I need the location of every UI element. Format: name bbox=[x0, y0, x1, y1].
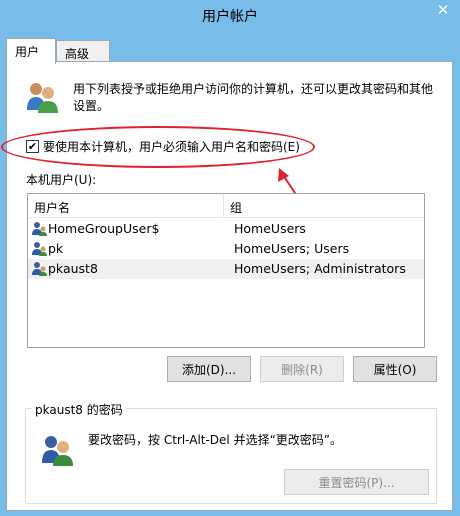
column-header-group[interactable]: 组 bbox=[224, 194, 424, 218]
tab-users[interactable]: 用户 bbox=[6, 38, 56, 64]
password-instruction-text: 要改密码，按 Ctrl-Alt-Del 并选择“更改密码”。 bbox=[88, 433, 343, 447]
close-icon: ✕ bbox=[436, 1, 450, 19]
window-title: 用户帐户 bbox=[202, 9, 258, 25]
reset-password-button[interactable]: 重置密码(P)... bbox=[284, 469, 429, 495]
user-group-cell: HomeUsers bbox=[234, 221, 306, 236]
local-users-label: 本机用户(U): bbox=[26, 173, 97, 187]
table-row[interactable]: pk HomeUsers; Users bbox=[28, 239, 424, 259]
users-tab-panel: 用下列表授予或拒绝用户访问你的计算机，还可以更改其密码和其他设置。 ✔ 要使用本… bbox=[1, 61, 453, 511]
user-group-cell: HomeUsers; Administrators bbox=[234, 261, 406, 276]
annotation-ellipse bbox=[1, 126, 315, 168]
user-name-cell: HomeGroupUser$ bbox=[48, 221, 160, 236]
users-icon bbox=[27, 83, 58, 113]
user-icon bbox=[32, 242, 47, 256]
password-group-title: pkaust8 的密码 bbox=[32, 401, 126, 418]
user-name-cell: pkaust8 bbox=[48, 261, 98, 276]
users-listview[interactable]: 用户名 组 HomeGroupUser$ HomeUsers pk HomeUs… bbox=[27, 193, 425, 348]
user-icon bbox=[32, 262, 47, 276]
properties-button[interactable]: 属性(O) bbox=[353, 356, 437, 382]
user-accounts-window: 用户帐户 ✕ 用户 高级 用下列表授予或拒绝用户访问你的计算机，还可以更改其密码… bbox=[0, 0, 460, 516]
column-header-username[interactable]: 用户名 bbox=[28, 194, 224, 218]
password-groupbox: pkaust8 的密码 要改密码，按 Ctrl-Alt-Del 并选择“更改密码… bbox=[25, 401, 437, 504]
user-name-cell: pk bbox=[48, 241, 64, 256]
listview-header: 用户名 组 bbox=[28, 194, 424, 218]
users-icon bbox=[42, 436, 73, 466]
user-icon bbox=[32, 222, 47, 236]
intro-text: 用下列表授予或拒绝用户访问你的计算机，还可以更改其密码和其他设置。 bbox=[73, 82, 434, 113]
user-group-cell: HomeUsers; Users bbox=[234, 241, 350, 256]
title-bar[interactable]: 用户帐户 ✕ bbox=[0, 0, 460, 30]
table-row[interactable]: HomeGroupUser$ HomeUsers bbox=[28, 219, 424, 239]
add-user-button[interactable]: 添加(D)... bbox=[167, 356, 251, 382]
tab-advanced[interactable]: 高级 bbox=[56, 40, 110, 62]
table-row-selected[interactable]: pkaust8 HomeUsers; Administrators bbox=[28, 259, 424, 279]
delete-user-button[interactable]: 删除(R) bbox=[260, 356, 344, 382]
close-button[interactable]: ✕ bbox=[432, 0, 454, 20]
